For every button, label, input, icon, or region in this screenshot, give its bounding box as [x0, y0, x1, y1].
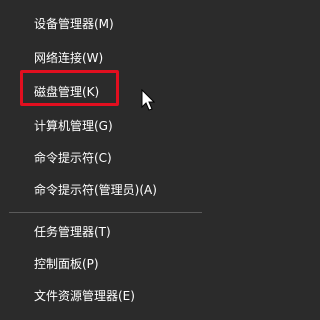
menu-item-label: 设备管理器(M): [34, 17, 114, 31]
menu-item-command-prompt[interactable]: 命令提示符(C): [0, 141, 213, 175]
menu-item-computer-management[interactable]: 计算机管理(G): [0, 109, 213, 143]
context-menu: 设备管理器(M) 网络连接(W) 磁盘管理(K) 计算机管理(G) 命令提示符(…: [0, 0, 213, 320]
menu-item-label: 任务管理器(T): [34, 225, 111, 239]
menu-item-label: 磁盘管理(K): [34, 85, 100, 99]
menu-item-label: 命令提示符(管理员)(A): [34, 183, 157, 197]
menu-item-label: 文件资源管理器(E): [34, 289, 135, 303]
menu-separator: [9, 212, 202, 213]
menu-item-label: 命令提示符(C): [34, 151, 112, 165]
menu-item-command-prompt-admin[interactable]: 命令提示符(管理员)(A): [0, 173, 213, 207]
menu-item-label: 控制面板(P): [34, 257, 99, 271]
menu-item-file-explorer[interactable]: 文件资源管理器(E): [0, 279, 213, 313]
menu-item-control-panel[interactable]: 控制面板(P): [0, 247, 213, 281]
menu-item-network-connections[interactable]: 网络连接(W): [0, 41, 213, 75]
menu-item-device-manager[interactable]: 设备管理器(M): [0, 7, 213, 41]
menu-item-disk-management[interactable]: 磁盘管理(K): [0, 75, 213, 109]
mouse-pointer-icon: [141, 89, 155, 111]
menu-item-label: 网络连接(W): [34, 51, 104, 65]
menu-item-task-manager[interactable]: 任务管理器(T): [0, 215, 213, 249]
menu-item-label: 计算机管理(G): [34, 119, 113, 133]
